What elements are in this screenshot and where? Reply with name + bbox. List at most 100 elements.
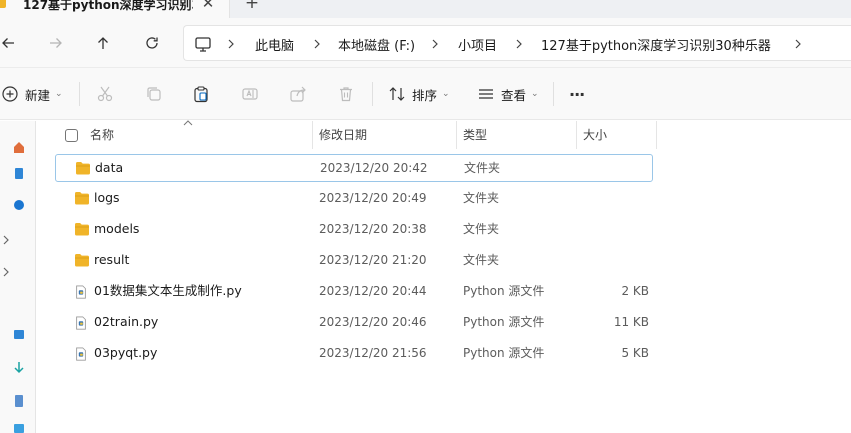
- tab-title: 127基于python深度学习识别30: [23, 0, 193, 12]
- python-file-icon: [74, 346, 90, 361]
- file-modified-date: 2023/12/20 20:38: [319, 222, 427, 236]
- file-modified-date: 2023/12/20 20:49: [319, 191, 427, 205]
- sort-button[interactable]: 排序 ⌄: [388, 84, 450, 104]
- toolbar-divider: [79, 82, 80, 106]
- chevron-right-icon[interactable]: [225, 35, 237, 53]
- python-file-icon: [74, 315, 90, 330]
- expand-chevron-icon[interactable]: [0, 232, 35, 248]
- column-header: 名称 修改日期 类型 大小: [37, 120, 851, 149]
- column-divider[interactable]: [456, 121, 457, 149]
- paste-button[interactable]: [192, 84, 210, 104]
- chevron-right-icon[interactable]: [792, 35, 804, 53]
- computer-icon: [195, 37, 211, 52]
- column-size[interactable]: 大小: [583, 121, 607, 149]
- column-date[interactable]: 修改日期: [319, 121, 367, 149]
- select-all-checkbox[interactable]: [65, 129, 78, 142]
- clipboard-icon: [194, 86, 208, 103]
- chevron-right-icon[interactable]: [311, 35, 323, 53]
- trash-icon: [340, 87, 352, 102]
- file-modified-date: 2023/12/20 21:56: [319, 346, 427, 360]
- file-row-01-py[interactable]: 01数据集文本生成制作.py 2023/12/20 20:44 Python 源…: [55, 278, 653, 306]
- documents-icon[interactable]: [0, 393, 35, 409]
- file-name: models: [94, 221, 140, 236]
- file-row-result[interactable]: result 2023/12/20 21:20 文件夹: [55, 247, 653, 275]
- chevron-right-icon[interactable]: [513, 35, 525, 53]
- new-tab-icon[interactable]: +: [244, 0, 260, 12]
- new-button-label: 新建: [25, 87, 51, 103]
- breadcrumb-local-disk[interactable]: 本地磁盘 (F:): [338, 35, 415, 54]
- breadcrumb-this-pc[interactable]: 此电脑: [255, 35, 294, 54]
- navigation-pane: [0, 121, 36, 433]
- file-name: 02train.py: [94, 314, 159, 329]
- refresh-button[interactable]: [141, 32, 163, 54]
- file-row-logs[interactable]: logs 2023/12/20 20:49 文件夹: [55, 185, 653, 213]
- file-list: 名称 修改日期 类型 大小 data 2023/12/20 20:42 文件夹 …: [37, 120, 851, 433]
- arrow-right-icon: [50, 38, 62, 48]
- arrow-left-icon: [2, 38, 14, 48]
- share-button[interactable]: [289, 84, 307, 104]
- file-name: data: [95, 160, 124, 175]
- chevron-down-icon: ⌄: [55, 89, 63, 99]
- arrow-up-icon: [98, 37, 108, 49]
- column-divider[interactable]: [576, 121, 577, 149]
- file-modified-date: 2023/12/20 21:20: [319, 253, 427, 267]
- column-divider[interactable]: [656, 121, 657, 149]
- folder-icon: [0, 0, 6, 8]
- file-name: logs: [94, 190, 120, 205]
- share-icon: [290, 86, 306, 102]
- cut-button[interactable]: [96, 84, 114, 104]
- file-row-models[interactable]: models 2023/12/20 20:38 文件夹: [55, 216, 653, 244]
- file-row-02train-py[interactable]: 02train.py 2023/12/20 20:46 Python 源文件 1…: [55, 309, 653, 337]
- chevron-right-icon[interactable]: [429, 35, 441, 53]
- scissors-icon: [97, 86, 113, 102]
- desktop-icon[interactable]: [0, 327, 35, 343]
- folder-icon: [74, 191, 90, 205]
- breadcrumb-current-folder[interactable]: 127基于python深度学习识别30种乐器: [541, 35, 771, 54]
- file-name: 01数据集文本生成制作.py: [94, 283, 242, 298]
- forward-button[interactable]: [45, 32, 67, 54]
- address-bar[interactable]: 此电脑 本地磁盘 (F:) 小项目 127基于python深度学习识别30种乐器: [183, 25, 851, 61]
- cloud-icon[interactable]: [0, 197, 35, 213]
- column-name[interactable]: 名称: [90, 121, 114, 149]
- chevron-down-icon: ⌄: [531, 89, 539, 99]
- toolbar-divider: [372, 82, 373, 106]
- column-divider[interactable]: [312, 121, 313, 149]
- breadcrumb-small-projects[interactable]: 小项目: [458, 35, 497, 54]
- gallery-icon[interactable]: [0, 166, 35, 182]
- back-button[interactable]: [0, 32, 19, 54]
- new-button[interactable]: 新建 ⌄: [1, 84, 63, 104]
- folder-icon: [74, 253, 90, 267]
- downloads-icon[interactable]: [0, 360, 35, 376]
- file-name: result: [94, 252, 130, 267]
- file-type: Python 源文件: [463, 315, 545, 329]
- pictures-icon[interactable]: [0, 421, 35, 433]
- tab-active[interactable]: 127基于python深度学习识别30 ✕: [0, 0, 230, 18]
- copy-button[interactable]: [145, 84, 163, 104]
- python-file-icon: [74, 284, 90, 299]
- view-button[interactable]: 查看 ⌄: [477, 84, 539, 104]
- file-row-03pyqt-py[interactable]: 03pyqt.py 2023/12/20 21:56 Python 源文件 5 …: [55, 340, 653, 368]
- file-size: 2 KB: [621, 284, 649, 298]
- navigation-bar: 此电脑 本地磁盘 (F:) 小项目 127基于python深度学习识别30种乐器: [0, 18, 851, 68]
- file-modified-date: 2023/12/20 20:42: [320, 161, 428, 175]
- expand-chevron-icon[interactable]: [0, 264, 35, 280]
- more-options-button[interactable]: ···: [569, 84, 585, 104]
- list-view-icon: [479, 89, 493, 99]
- file-type: 文件夹: [463, 191, 500, 205]
- file-type: 文件夹: [464, 161, 501, 175]
- up-button[interactable]: [92, 32, 114, 54]
- delete-button[interactable]: [337, 84, 355, 104]
- file-type: 文件夹: [463, 253, 500, 267]
- rename-icon: [242, 88, 258, 100]
- view-button-label: 查看: [501, 87, 527, 103]
- rename-button[interactable]: [241, 84, 259, 104]
- column-type[interactable]: 类型: [463, 121, 487, 149]
- home-icon[interactable]: [0, 138, 35, 154]
- close-tab-icon[interactable]: ✕: [200, 0, 216, 11]
- file-size: 5 KB: [621, 346, 649, 360]
- plus-circle-icon: [2, 86, 18, 102]
- more-icon: ···: [569, 84, 585, 104]
- file-row-data[interactable]: data 2023/12/20 20:42 文件夹: [55, 154, 653, 182]
- chevron-down-icon: ⌄: [442, 89, 450, 99]
- file-name: 03pyqt.py: [94, 345, 158, 360]
